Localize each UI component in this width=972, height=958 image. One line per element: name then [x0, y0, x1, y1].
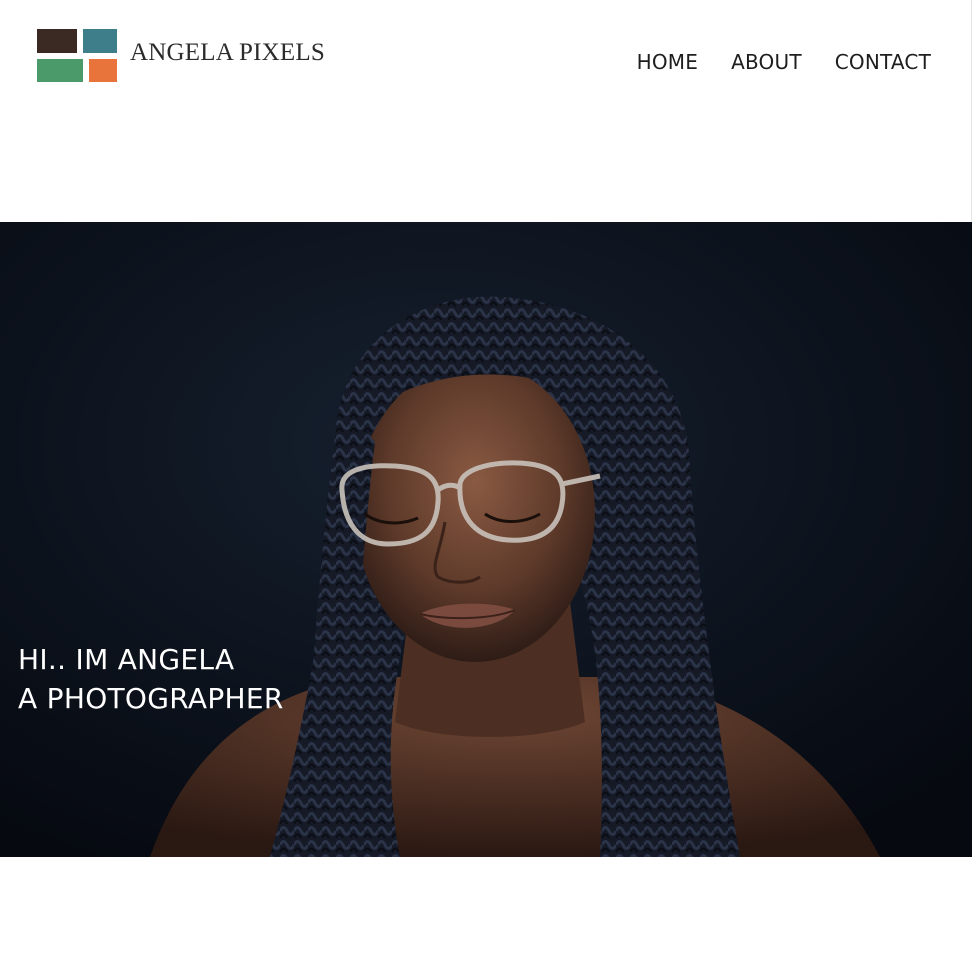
- logo-block-teal: [83, 29, 117, 53]
- hero-line-1: HI.. IM ANGELA: [18, 643, 235, 676]
- logo-block-brown: [37, 29, 77, 53]
- main-nav: HOME ABOUT CONTACT: [637, 48, 931, 76]
- page: ANGELA PIXELS HOME ABOUT CONTACT HI.. IM…: [0, 0, 972, 958]
- logo-block-green: [37, 59, 83, 82]
- hero-banner: HI.. IM ANGELA A PHOTOGRAPHER: [0, 222, 972, 857]
- nav-about-link[interactable]: ABOUT: [731, 48, 802, 76]
- site-header: ANGELA PIXELS HOME ABOUT CONTACT: [0, 0, 972, 222]
- logo-block-orange: [89, 59, 117, 82]
- hero-portrait-photo: [0, 222, 972, 857]
- site-logo[interactable]: ANGELA PIXELS: [37, 29, 325, 82]
- hero-headline: HI.. IM ANGELA A PHOTOGRAPHER: [18, 640, 284, 718]
- nav-home-link[interactable]: HOME: [637, 48, 698, 76]
- hero-line-2: A PHOTOGRAPHER: [18, 682, 284, 715]
- brand-name: ANGELA PIXELS: [130, 39, 325, 66]
- logo-mark-icon: [37, 29, 117, 82]
- nav-contact-link[interactable]: CONTACT: [835, 48, 931, 76]
